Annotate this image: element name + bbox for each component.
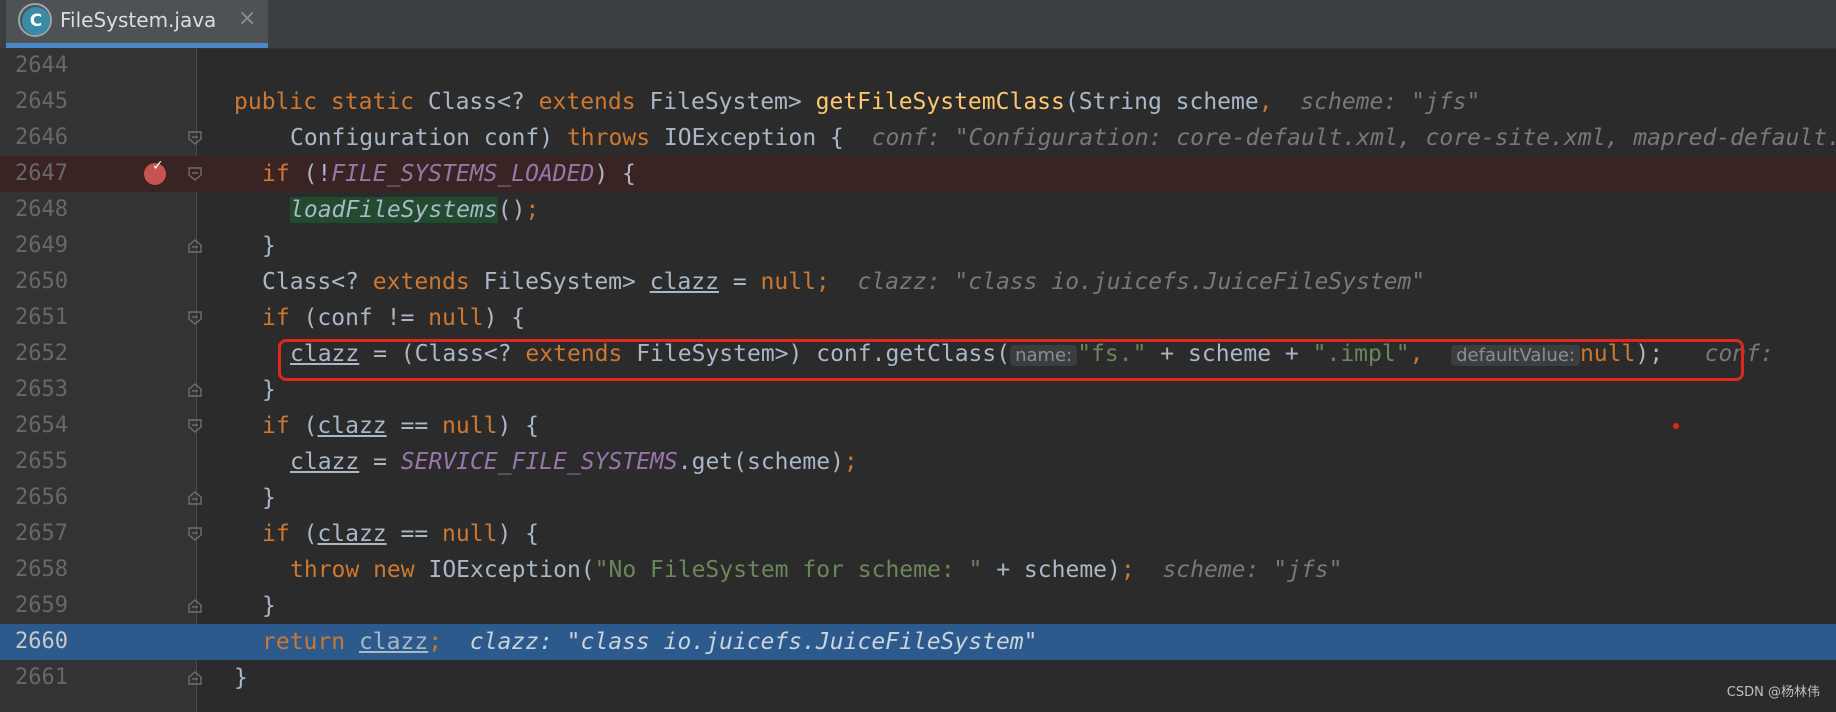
- close-icon[interactable]: ×: [238, 6, 256, 31]
- fold-marker-icon[interactable]: [188, 311, 202, 325]
- code-line: 2659 }: [0, 588, 1836, 624]
- code-text: Configuration conf) throws IOException {…: [290, 120, 1836, 156]
- line-number: 2658: [15, 557, 68, 582]
- line-number: 2650: [15, 269, 68, 294]
- inline-hint: conf: "Configuration: core-default.xml, …: [871, 125, 1836, 151]
- code-line: 2649 }: [0, 228, 1836, 264]
- fold-marker-icon[interactable]: [188, 167, 202, 181]
- inline-hint: clazz: "class io.juicefs.JuiceFileSystem…: [857, 269, 1426, 295]
- code-text: }: [234, 665, 248, 691]
- code-line: 2661 }: [0, 660, 1836, 696]
- code-text: loadFileSystems();: [290, 197, 540, 223]
- code-text: if (clazz == null) {: [262, 413, 539, 439]
- code-line: 2646 Configuration conf) throws IOExcept…: [0, 120, 1836, 156]
- check-icon: ✓: [152, 158, 164, 174]
- tab-title: FileSystem.java: [60, 8, 217, 32]
- code-line: 2650 Class<? extends FileSystem> clazz =…: [0, 264, 1836, 300]
- code-line: 2654 if (clazz == null) {: [0, 408, 1836, 444]
- line-number: 2646: [15, 125, 68, 150]
- line-number: 2652: [15, 341, 68, 366]
- tab-filesystem-java[interactable]: C FileSystem.java ×: [6, 0, 268, 48]
- java-class-icon: C: [22, 7, 50, 35]
- code-line: 2658 throw new IOException("No FileSyste…: [0, 552, 1836, 588]
- code-line: 2655 clazz = SERVICE_FILE_SYSTEMS.get(sc…: [0, 444, 1836, 480]
- line-number: 2655: [15, 449, 68, 474]
- fold-end-icon[interactable]: [188, 383, 202, 397]
- code-text: if (conf != null) {: [262, 305, 526, 331]
- code-line: 2645 public static Class<? extends FileS…: [0, 84, 1836, 120]
- code-line: 2644: [0, 48, 1836, 84]
- line-number: 2651: [15, 305, 68, 330]
- fold-end-icon[interactable]: [188, 491, 202, 505]
- watermark: CSDN @杨林伟: [1726, 685, 1820, 700]
- code-line: 2651 if (conf != null) {: [0, 300, 1836, 336]
- code-text: }: [262, 593, 276, 619]
- code-text: Class<? extends FileSystem> clazz = null…: [262, 269, 1426, 295]
- line-number: 2654: [15, 413, 68, 438]
- code-line: 2648 loadFileSystems();: [0, 192, 1836, 228]
- inline-hint: scheme: "jfs": [1162, 557, 1343, 583]
- code-text: }: [262, 233, 276, 259]
- code-text: }: [262, 485, 276, 511]
- fold-marker-icon[interactable]: [188, 527, 202, 541]
- code-text: }: [262, 377, 276, 403]
- fold-end-icon[interactable]: [188, 671, 202, 685]
- editor-tab-bar: C FileSystem.java ×: [0, 0, 1836, 49]
- code-text: if (clazz == null) {: [262, 521, 539, 547]
- fold-marker-icon[interactable]: [188, 131, 202, 145]
- breakpoint-line: 2647 ✓ if (!FILE_SYSTEMS_LOADED) {: [0, 156, 1836, 192]
- line-number: 2648: [15, 197, 68, 222]
- line-number: 2659: [15, 593, 68, 618]
- annotation-highlight-box: [278, 339, 1744, 381]
- inline-hint: clazz: "class io.juicefs.JuiceFileSystem…: [469, 629, 1038, 655]
- code-text: throw new IOException("No FileSystem for…: [290, 557, 1343, 583]
- line-number: 2653: [15, 377, 68, 402]
- fold-end-icon[interactable]: [188, 239, 202, 253]
- fold-marker-icon[interactable]: [188, 419, 202, 433]
- code-text: clazz = SERVICE_FILE_SYSTEMS.get(scheme)…: [290, 449, 858, 475]
- code-text: public static Class<? extends FileSystem…: [234, 89, 1481, 115]
- line-number: 2656: [15, 485, 68, 510]
- fold-end-icon[interactable]: [188, 599, 202, 613]
- code-line: 2657 if (clazz == null) {: [0, 516, 1836, 552]
- inline-hint: scheme: "jfs": [1300, 89, 1481, 115]
- line-number: 2644: [15, 53, 68, 78]
- line-number: 2657: [15, 521, 68, 546]
- code-text: if (!FILE_SYSTEMS_LOADED) {: [262, 161, 636, 187]
- line-number: 2661: [15, 665, 68, 690]
- line-number: 2649: [15, 233, 68, 258]
- search-highlight: loadFileSystems: [290, 197, 498, 223]
- code-line: 2656 }: [0, 480, 1836, 516]
- line-number: 2660: [15, 629, 68, 654]
- line-number: 2647: [15, 161, 68, 186]
- line-number: 2645: [15, 89, 68, 114]
- code-text: return clazz; clazz: "class io.juicefs.J…: [262, 629, 1038, 655]
- current-execution-line: 2660 return clazz; clazz: "class io.juic…: [0, 624, 1836, 660]
- annotation-dot: [1673, 423, 1679, 429]
